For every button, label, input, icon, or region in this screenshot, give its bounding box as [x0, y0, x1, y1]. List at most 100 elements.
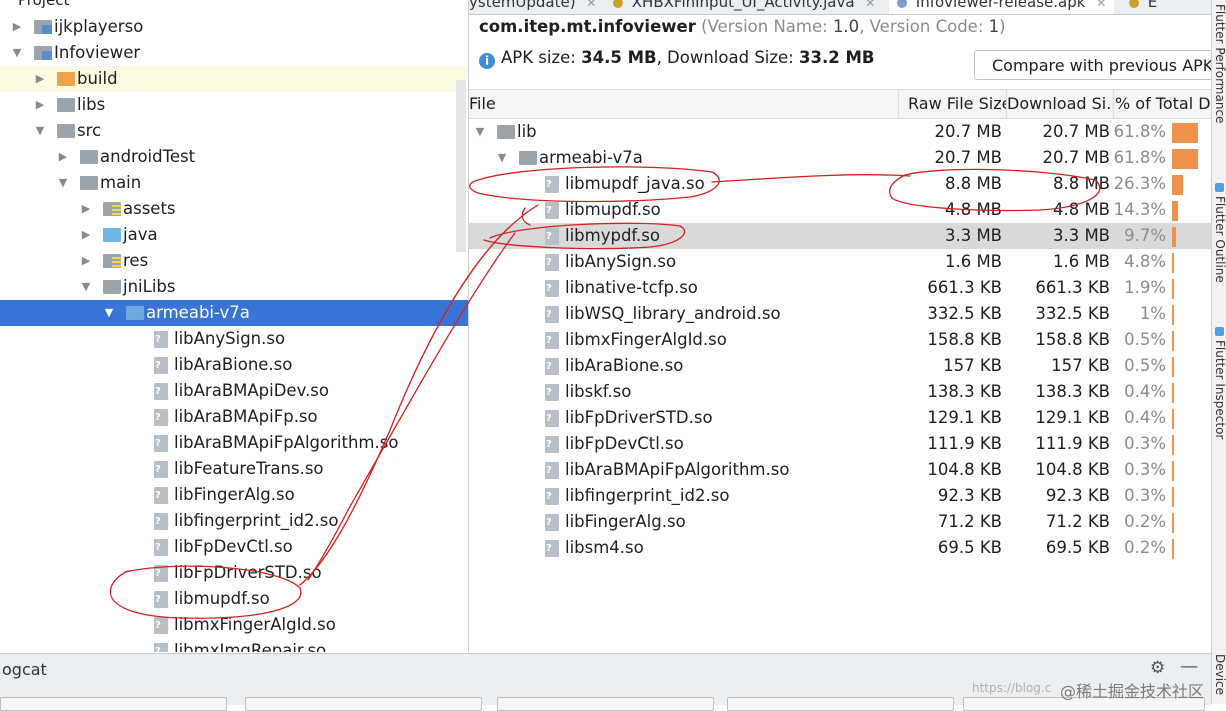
tree-item-build[interactable]: ▶ build: [0, 66, 468, 92]
table-row[interactable]: ▼ armeabi-v7a 20.7 MB 20.7 MB 61.8%: [469, 145, 1211, 171]
raw-file-size: 92.3 KB: [937, 486, 1002, 505]
tree-item-libarabione-so[interactable]: libAraBione.so: [0, 352, 468, 378]
compare-apk-button[interactable]: Compare with previous APK...: [974, 50, 1211, 80]
tab-xhbx-activity[interactable]: XHBXFinInput_UI_Activity.java ✕: [613, 0, 875, 14]
table-row[interactable]: libmupdf.so4.8 MB4.8 MB14.3%: [469, 197, 1211, 223]
table-row[interactable]: ▼ lib 20.7 MB 20.7 MB 61.8%: [469, 119, 1211, 145]
collapse-arrow-icon[interactable]: ▶: [33, 66, 47, 92]
flutter-outline-tab[interactable]: Flutter Outline: [1213, 196, 1226, 283]
gear-icon[interactable]: ⚙: [1150, 658, 1165, 678]
expand-arrow-icon[interactable]: ▼: [473, 119, 487, 145]
expand-arrow-icon[interactable]: ▼: [79, 274, 93, 300]
table-row[interactable]: libWSQ_library_android.so 332.5 KB 332.5 K…: [469, 301, 1211, 327]
tree-item-libmupdf-so[interactable]: libmupdf.so: [0, 586, 468, 612]
apk-size-label: APK size:: [501, 48, 582, 67]
project-panel-header[interactable]: Project: [0, 0, 468, 12]
collapse-arrow-icon[interactable]: ▶: [33, 92, 47, 118]
so-file-icon: [545, 462, 559, 479]
expand-arrow-icon[interactable]: ▼: [56, 170, 70, 196]
tree-item-main[interactable]: ▼ main: [0, 170, 468, 196]
tree-item-libarabmapidev-so[interactable]: libAraBMApiDev.so: [0, 378, 468, 404]
table-row[interactable]: libmypdf.so 3.3 MB 3.3 MB 9.7%: [469, 223, 1211, 249]
tree-item-libs[interactable]: ▶ libs: [0, 92, 468, 118]
file-name: libmxFingerAlgId.so: [565, 330, 727, 349]
tab-overflow[interactable]: E: [1129, 0, 1157, 14]
table-row[interactable]: libAraBMApiFpAlgorithm.so 104.8 KB 104.8 K…: [469, 457, 1211, 483]
percent-of-total: 0.2%: [1124, 512, 1166, 531]
device-dropdown[interactable]: [0, 697, 227, 711]
percent-of-total: 9.7%: [1124, 226, 1166, 245]
column-file[interactable]: File: [469, 90, 897, 118]
collapse-arrow-icon[interactable]: ▶: [10, 14, 24, 40]
project-tree-panel: Project ▶ ijkplayerso ▼ Infoviewer ▶ build ▶ li…: [0, 0, 469, 652]
flutter-inspector-tab[interactable]: Flutter Inspector: [1213, 340, 1226, 439]
close-icon[interactable]: ✕: [586, 0, 596, 10]
table-row[interactable]: libAraBione.so 157 KB 157 KB 0.5%: [469, 353, 1211, 379]
table-row[interactable]: libmupdf_java.so8.8 MB8.8 MB26.3%: [469, 171, 1211, 197]
close-icon[interactable]: ✕: [1096, 0, 1106, 10]
tab-label: E: [1147, 0, 1158, 11]
tree-scrollbar[interactable]: [456, 80, 466, 252]
tree-item-java[interactable]: ▶ java: [0, 222, 468, 248]
minimize-icon[interactable]: —: [1180, 656, 1198, 677]
log-search-input[interactable]: [727, 697, 954, 711]
table-row[interactable]: libFpDevCtl.so 111.9 KB 111.9 KB 0.3%: [469, 431, 1211, 457]
device-tab[interactable]: Device: [1213, 654, 1226, 695]
tree-item-libfpdriverstd-so[interactable]: libFpDriverSTD.so: [0, 560, 468, 586]
table-row[interactable]: libfingerprint_id2.so 92.3 KB 92.3 KB 0.3%: [469, 483, 1211, 509]
close-icon[interactable]: ✕: [865, 0, 875, 10]
download-size: 4.8 MB: [1052, 200, 1110, 219]
table-row[interactable]: libnative-tcfp.so 661.3 KB 661.3 KB 1.9%: [469, 275, 1211, 301]
table-row[interactable]: libmxFingerAlgId.so 158.8 KB 158.8 KB 0.5%: [469, 327, 1211, 353]
column-download-size[interactable]: Download Si...: [1007, 90, 1113, 118]
column-divider[interactable]: [898, 90, 899, 118]
tree-item-libanysign-so[interactable]: libAnySign.so: [0, 326, 468, 352]
collapse-arrow-icon[interactable]: ▶: [56, 144, 70, 170]
table-row[interactable]: libFingerAlg.so 71.2 KB 71.2 KB 0.2%: [469, 509, 1211, 535]
expand-arrow-icon[interactable]: ▼: [10, 40, 24, 66]
tree-item-libmxfingeralgid-so[interactable]: libmxFingerAlgId.so: [0, 612, 468, 638]
table-row[interactable]: libsm4.so 69.5 KB 69.5 KB 0.2%: [469, 535, 1211, 561]
collapse-arrow-icon[interactable]: ▶: [79, 248, 93, 274]
percent-of-total: 0.5%: [1124, 356, 1166, 375]
column-divider[interactable]: [1113, 90, 1114, 118]
tree-item-label: build: [77, 69, 118, 88]
tree-item-src[interactable]: ▼ src: [0, 118, 468, 144]
expand-arrow-icon[interactable]: ▼: [33, 118, 47, 144]
percent-bar: [1172, 123, 1198, 143]
column-raw-file-size[interactable]: Raw File Size: [908, 90, 1006, 118]
process-dropdown[interactable]: [245, 697, 482, 711]
table-row[interactable]: libskf.so 138.3 KB 138.3 KB 0.4%: [469, 379, 1211, 405]
flutter-performance-tab[interactable]: Flutter Performance: [1213, 4, 1226, 123]
tree-item-androidtest[interactable]: ▶ androidTest: [0, 144, 468, 170]
table-row[interactable]: libAnySign.so 1.6 MB 1.6 MB 4.8%: [469, 249, 1211, 275]
tree-item-libfeaturetrans-so[interactable]: libFeatureTrans.so: [0, 456, 468, 482]
tree-item-armeabi-v7a[interactable]: ▼ armeabi-v7a: [0, 300, 468, 326]
expand-arrow-icon[interactable]: ▼: [495, 145, 509, 171]
tree-item-jnilibs[interactable]: ▼ jniLibs: [0, 274, 468, 300]
tree-item-libfpdevctl-so[interactable]: libFpDevCtl.so: [0, 534, 468, 560]
tree-item-res[interactable]: ▶ res: [0, 248, 468, 274]
table-row[interactable]: libFpDriverSTD.so 129.1 KB 129.1 KB 0.4%: [469, 405, 1211, 431]
tree-item-label: src: [77, 121, 102, 140]
so-file-icon: [154, 331, 168, 348]
tree-item-libfingerprint-id2-so[interactable]: libfingerprint_id2.so: [0, 508, 468, 534]
tree-item-infoviewer[interactable]: ▼ Infoviewer: [0, 40, 468, 66]
collapse-arrow-icon[interactable]: ▶: [79, 196, 93, 222]
log-level-dropdown[interactable]: [497, 697, 714, 711]
tab-infoviewer-apk[interactable]: Infoviewer-release.apk ✕: [889, 0, 1115, 14]
expand-arrow-icon[interactable]: ▼: [102, 300, 116, 326]
so-file-icon: [154, 383, 168, 400]
tree-item-libarabmapifp-so[interactable]: libAraBMApiFp.so: [0, 404, 468, 430]
tree-item-libfingeralg-so[interactable]: libFingerAlg.so: [0, 482, 468, 508]
collapse-arrow-icon[interactable]: ▶: [79, 222, 93, 248]
percent-bar: [1172, 513, 1174, 533]
tab-system-update[interactable]: ystemUpdate) ✕: [469, 0, 596, 14]
tree-item-libarabmapifpalgorithm-so[interactable]: libAraBMApiFpAlgorithm.so: [0, 430, 468, 456]
raw-file-size: 158.8 KB: [927, 330, 1002, 349]
column-percent-total[interactable]: % of Total D: [1115, 90, 1211, 118]
logcat-title[interactable]: ogcat: [2, 660, 47, 679]
tree-item-libmximgrepair-so[interactable]: libmxImgRepair.so: [0, 638, 468, 652]
tree-item-assets[interactable]: ▶ assets: [0, 196, 468, 222]
tree-item-ijkplayerso[interactable]: ▶ ijkplayerso: [0, 14, 468, 40]
